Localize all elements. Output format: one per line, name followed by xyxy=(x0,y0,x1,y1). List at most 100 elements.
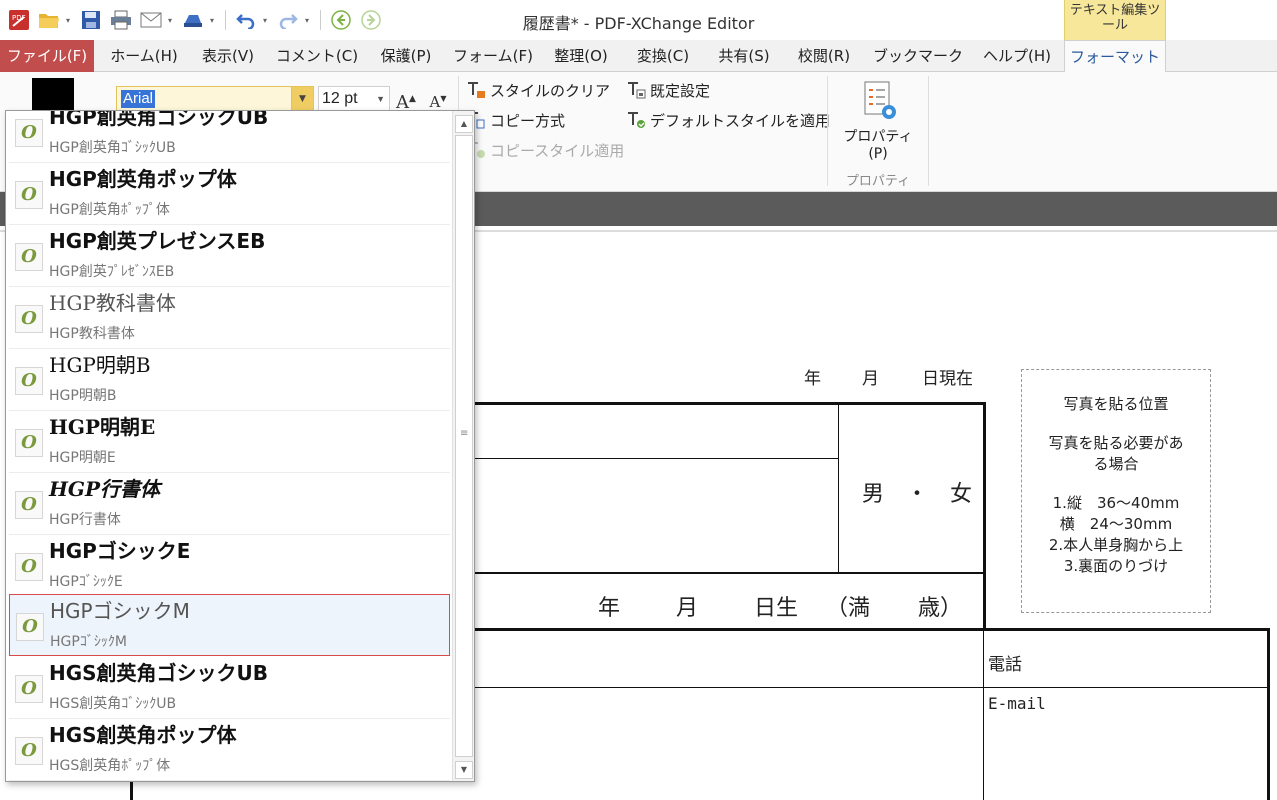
default-setting-icon xyxy=(626,80,646,100)
font-item[interactable]: O HGS創英角ゴシックUB HGS創英角ｺﾞｼｯｸUB xyxy=(9,657,450,719)
age-close-label: 歳） xyxy=(918,596,963,621)
scroll-down-icon[interactable]: ▼ xyxy=(455,761,473,779)
clear-style-icon xyxy=(466,80,486,100)
tab-share[interactable]: 共有(S) xyxy=(706,40,782,72)
form-border-right xyxy=(983,402,986,631)
font-item[interactable]: O HGP明朝E HGP明朝E xyxy=(9,411,450,473)
font-item-name: HGP明朝E xyxy=(49,415,156,439)
font-list: O HGP創英角ゴシックUB HGP創英角ｺﾞｼｯｸUB O HGP創英角ポップ… xyxy=(9,111,450,781)
tab-review[interactable]: 校閲(R) xyxy=(786,40,862,72)
tab-organize[interactable]: 整理(O) xyxy=(542,40,620,72)
photo-box-note: る場合 xyxy=(1093,455,1139,473)
font-item-sample: HGP創英角ﾎﾟｯﾌﾟ体 xyxy=(49,202,170,218)
font-dropdown-list[interactable]: O HGP創英角ゴシックUB HGP創英角ｺﾞｼｯｸUB O HGP創英角ポップ… xyxy=(5,110,475,782)
font-item-sample: HGS創英角ﾎﾟｯﾌﾟ体 xyxy=(49,758,171,774)
grow-font-button[interactable]: A▲ xyxy=(394,86,418,113)
font-size-value[interactable]: 12 pt xyxy=(322,90,358,107)
date-year-label: 年 xyxy=(804,369,821,389)
default-setting-button[interactable]: 既定設定 xyxy=(626,79,710,101)
opentype-font-icon: O xyxy=(15,675,43,703)
font-item[interactable]: O HGP創英角ポップ体 HGP創英角ﾎﾟｯﾌﾟ体 xyxy=(9,163,450,225)
ribbon-separator xyxy=(928,76,929,186)
font-item-sample: HGPｺﾞｼｯｸE xyxy=(49,574,123,590)
copy-format-label: コピー方式 xyxy=(490,111,566,130)
font-item-name: HGS創英角ゴシックUB xyxy=(49,661,269,685)
font-item-sample: HGP教科書体 xyxy=(49,326,135,342)
scroll-up-icon[interactable]: ▲ xyxy=(455,115,473,133)
font-item-sample: HGPｺﾞｼｯｸM xyxy=(50,634,127,650)
birth-day-label: 日生 xyxy=(754,596,799,621)
font-item-selected[interactable]: O HGPゴシックM HGPｺﾞｼｯｸM xyxy=(9,594,450,656)
clear-style-label: スタイルのクリア xyxy=(490,81,611,100)
ribbon-tab-bar: ファイル(F) ホーム(H) 表示(V) コメント(C) 保護(P) フォーム(… xyxy=(0,40,1277,73)
birth-year-label: 年 xyxy=(598,596,621,621)
font-item[interactable]: O HGP行書体 HGP行書体 xyxy=(9,473,450,535)
apply-default-style-label: デフォルトスタイルを適用 xyxy=(650,111,831,130)
opentype-font-icon: O xyxy=(15,181,43,209)
font-item[interactable]: O HGP創英角ゴシックUB HGP創英角ｺﾞｼｯｸUB xyxy=(9,110,450,163)
apply-default-style-icon xyxy=(626,110,646,130)
font-name-combo[interactable]: Arial ▼ xyxy=(116,86,314,112)
default-setting-label: 既定設定 xyxy=(650,81,711,100)
copy-format-button[interactable]: コピー方式 xyxy=(466,109,565,131)
clear-style-button[interactable]: スタイルのクリア xyxy=(466,79,610,101)
opentype-font-icon: O xyxy=(15,367,43,395)
font-item-name: HGP教科書体 xyxy=(49,291,176,315)
apply-default-style-button[interactable]: デフォルトスタイルを適用 xyxy=(626,109,830,131)
opentype-font-icon: O xyxy=(15,553,43,581)
font-item[interactable]: O HGP創英プレゼンスEB HGP創英ﾌﾟﾚｾﾞﾝｽEB xyxy=(9,225,450,287)
font-item-name: HGP明朝B xyxy=(49,353,151,377)
font-item-name: HGP創英角ゴシックUB xyxy=(49,110,269,129)
gender-label: 男 ・ 女 xyxy=(862,482,973,507)
tab-view[interactable]: 表示(V) xyxy=(190,40,266,72)
font-size-combo[interactable]: 12 pt ▼ xyxy=(318,86,390,112)
form-border-right-lower xyxy=(1267,628,1270,800)
tab-bookmark[interactable]: ブックマーク xyxy=(866,40,970,72)
font-item-name: HGP行書体 xyxy=(49,477,161,501)
font-item[interactable]: O HGPゴシックE HGPｺﾞｼｯｸE xyxy=(9,535,450,597)
font-name-value[interactable]: Arial xyxy=(121,90,156,108)
chevron-down-icon[interactable]: ▼ xyxy=(291,87,313,111)
tab-protect[interactable]: 保護(P) xyxy=(368,40,444,72)
apply-copy-style-label: コピースタイル適用 xyxy=(490,141,625,160)
opentype-font-icon: O xyxy=(15,429,43,457)
scrollbar-grip-icon: ≡ xyxy=(460,428,469,439)
date-month-label: 月 xyxy=(862,369,879,389)
opentype-font-icon: O xyxy=(15,491,43,519)
opentype-font-icon: O xyxy=(16,613,44,641)
font-item-sample: HGP創英ﾌﾟﾚｾﾞﾝｽEB xyxy=(49,264,175,280)
font-item-sample: HGS創英角ｺﾞｼｯｸUB xyxy=(49,696,177,712)
tab-convert[interactable]: 変換(C) xyxy=(624,40,702,72)
font-item-sample: HGP明朝E xyxy=(49,450,116,466)
photo-box-line: 3.裏面のりづけ xyxy=(1063,557,1169,575)
scrollbar-thumb[interactable]: ≡ xyxy=(455,135,473,757)
chevron-down-icon[interactable]: ▼ xyxy=(376,87,385,111)
tab-help[interactable]: ヘルプ(H) xyxy=(974,40,1060,72)
photo-box-line: 1.縦 36～40mm xyxy=(1052,494,1180,512)
email-label: E-mail xyxy=(988,694,1046,713)
form-divider-gender xyxy=(838,405,839,573)
opentype-font-icon: O xyxy=(15,305,43,333)
tab-comment[interactable]: コメント(C) xyxy=(270,40,364,72)
photo-box-line: 2.本人単身胸から上 xyxy=(1048,536,1184,554)
font-item[interactable]: O HGP明朝B HGP明朝B xyxy=(9,349,450,411)
font-item-name: HGP創英角ポップ体 xyxy=(49,167,237,191)
font-list-scrollbar[interactable]: ▲ ≡ ▼ xyxy=(452,111,474,781)
font-item[interactable]: O HGS創英角ポップ体 HGS創英角ﾎﾟｯﾌﾟ体 xyxy=(9,719,450,781)
tab-home[interactable]: ホーム(H) xyxy=(100,40,188,72)
birth-month-label: 月 xyxy=(676,596,699,621)
font-item-name: HGP創英プレゼンスEB xyxy=(49,229,266,253)
tab-file[interactable]: ファイル(F) xyxy=(0,40,94,72)
shrink-font-icon: A xyxy=(429,93,441,111)
properties-button[interactable]: プロパティ(P) xyxy=(834,80,922,162)
title-bar: PDF ▾ ▾ ▾ ▾ ▾ 履歴書* - PDF-XChange Editor … xyxy=(0,0,1277,40)
shrink-font-button[interactable]: A▼ xyxy=(426,86,450,112)
tab-form[interactable]: フォーム(F) xyxy=(448,40,538,72)
apply-copy-style-button[interactable]: コピースタイル適用 xyxy=(466,139,624,161)
font-item-name: HGS創英角ポップ体 xyxy=(49,723,237,747)
tab-format[interactable]: フォーマット xyxy=(1064,40,1166,73)
font-item-name: HGPゴシックE xyxy=(49,539,191,563)
font-item[interactable]: O HGP教科書体 HGP教科書体 xyxy=(9,287,450,349)
font-item-sample: HGP明朝B xyxy=(49,388,117,404)
properties-label: プロパティ(P) xyxy=(843,129,913,162)
